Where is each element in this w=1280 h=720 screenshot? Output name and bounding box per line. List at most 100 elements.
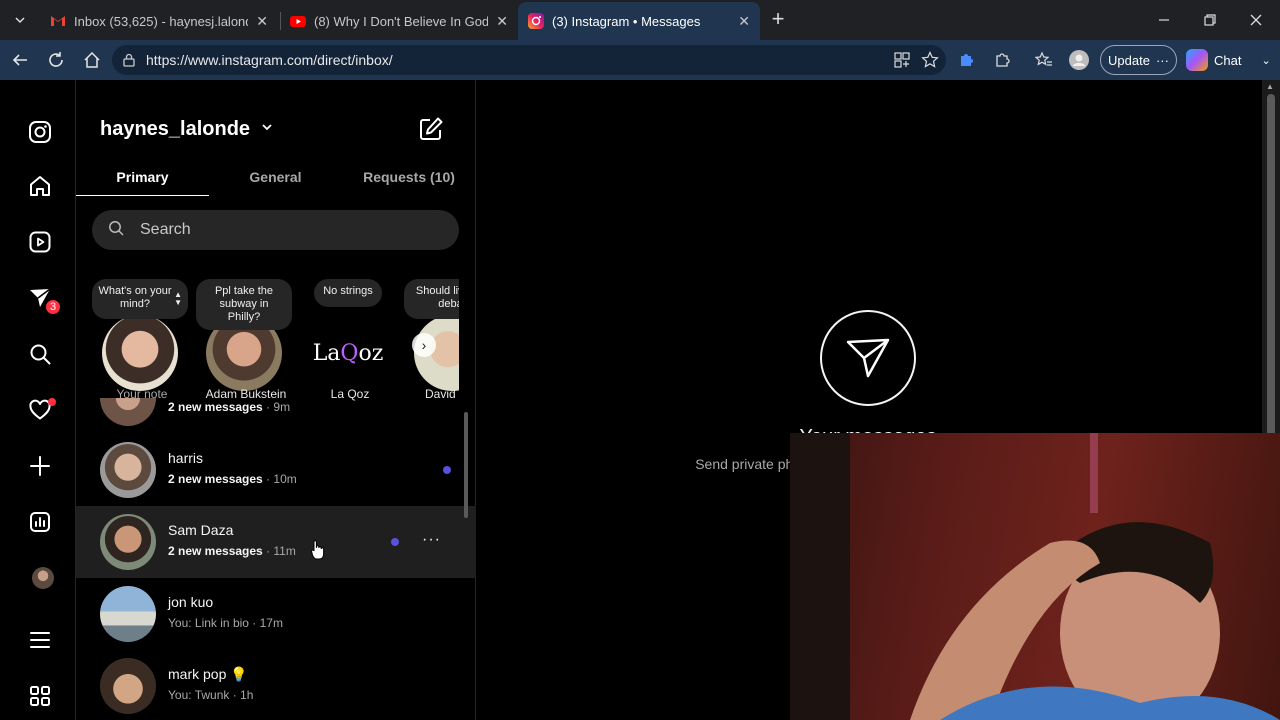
thread-avatar [100,442,156,498]
thread-name: Sam Daza [168,522,234,538]
send-message-icon [820,310,916,406]
thread-subtitle: 2 new messages · 10m [168,472,297,486]
chat-label: Chat [1214,52,1242,68]
home-icon[interactable] [26,172,54,200]
account-switcher[interactable]: haynes_lalonde [100,118,274,141]
inbox-panel: haynes_lalonde Primary General Requests … [76,80,476,720]
browser-toolbar: https://www.instagram.com/direct/inbox/ … [0,40,1280,80]
extension-puzzle-blue-icon[interactable] [956,50,976,70]
note-avatar[interactable] [102,315,178,391]
note-bubble[interactable]: Should livestre debat [404,279,459,319]
refresh-button[interactable] [44,48,68,72]
thread-list: 2 new messages · 9m harris 2 new message… [76,398,476,720]
thread-row[interactable]: jon kuo You: Link in bio · 17m [76,578,476,650]
webcam-overlay [790,433,1280,720]
restore-button[interactable] [1187,6,1233,34]
close-tab-icon[interactable]: ✕ [496,13,508,30]
tab-title: (8) Why I Don't Believe In God. - Yo [314,13,489,29]
tab-title: (3) Instagram • Messages [552,13,701,29]
url-text[interactable]: https://www.instagram.com/direct/inbox/ [146,52,393,68]
address-bar[interactable]: https://www.instagram.com/direct/inbox/ [112,45,946,75]
tab-general[interactable]: General [209,158,342,196]
thread-avatar [100,398,156,426]
app-available-icon[interactable] [892,50,912,70]
unread-dot [443,466,451,474]
browser-tab-bar: Inbox (53,625) - haynesj.lalonde@ ✕ (8) … [0,0,1280,40]
notification-dot [48,398,56,406]
new-tab-button[interactable]: + [766,8,790,32]
scroll-arrows-icon: ▲ ▼ [174,290,182,307]
tab-requests[interactable]: Requests (10) [342,158,476,196]
favorites-icon[interactable] [1034,50,1054,70]
thread-subtitle: 2 new messages · 9m [168,400,291,414]
extensions-icon[interactable] [992,50,1012,70]
more-apps-icon[interactable] [26,682,54,710]
update-button[interactable]: Update ··· [1100,45,1177,75]
tab-primary[interactable]: Primary [76,158,209,196]
search-icon [108,220,140,241]
favorite-star-icon[interactable] [920,50,940,70]
browser-tab-instagram[interactable]: (3) Instagram • Messages ✕ [518,2,760,40]
note-item[interactable]: Ppl take the subway in Philly? Adam Buks… [196,275,296,405]
thread-avatar [100,514,156,570]
close-tab-icon[interactable]: ✕ [256,13,268,30]
thread-list-scrollbar[interactable] [464,412,468,518]
instagram-left-nav: 3 [4,80,76,720]
youtube-icon [290,13,306,29]
profile-icon[interactable] [1069,50,1089,70]
search-icon[interactable] [26,340,54,368]
unread-dot [391,538,399,546]
copilot-chat-button[interactable]: Chat ⌄ [1186,45,1271,75]
note-text: What's on your mind? [98,285,172,310]
dashboard-icon[interactable] [26,508,54,536]
tab-title: Inbox (53,625) - haynesj.lalonde@ [74,13,248,29]
thread-row[interactable]: Sam Daza 2 new messages · 11m ··· [76,506,476,578]
notes-next-chevron-icon[interactable]: › [412,333,436,357]
thread-name: mark pop 💡 [168,666,248,682]
instagram-logo-icon[interactable] [26,118,54,146]
username[interactable]: haynes_lalonde [100,118,250,141]
minimize-button[interactable] [1141,6,1187,34]
browser-tab-gmail[interactable]: Inbox (53,625) - haynesj.lalonde@ ✕ [40,6,278,36]
update-label: Update [1108,52,1150,68]
note-bubble[interactable]: No strings [314,279,382,307]
tab-actions-menu-icon[interactable] [6,8,34,32]
note-text: Should livestre debat [415,285,459,310]
scroll-up-icon[interactable]: ▲ [1266,82,1274,91]
thread-row[interactable]: harris 2 new messages · 10m [76,434,476,506]
new-message-icon[interactable] [418,116,446,144]
more-dots-icon: ··· [1155,52,1169,68]
gmail-icon [50,13,66,29]
thread-subtitle: 2 new messages · 11m [168,544,296,558]
back-button[interactable] [8,48,32,72]
note-bubble[interactable]: Ppl take the subway in Philly? [196,279,292,330]
thread-avatar [100,586,156,642]
inbox-tabs: Primary General Requests (10) [76,158,476,196]
messages-badge: 3 [44,298,62,316]
note-item[interactable]: What's on your mind? ▲ ▼ Your note [92,275,192,405]
mouse-cursor-icon [310,540,325,560]
chevron-down-icon: ⌄ [1261,54,1271,67]
browser-tab-youtube[interactable]: (8) Why I Don't Believe In God. - Yo ✕ [280,6,518,36]
close-window-button[interactable] [1233,6,1279,34]
copilot-icon [1186,49,1208,71]
menu-icon[interactable] [26,626,54,654]
thread-row[interactable]: mark pop 💡 You: Twunk · 1h [76,650,476,720]
create-plus-icon[interactable] [26,452,54,480]
close-tab-icon[interactable]: ✕ [738,13,750,30]
thread-row[interactable]: 2 new messages · 9m [76,398,476,434]
chevron-down-icon[interactable] [260,120,274,139]
note-item[interactable]: LaQoz No strings La Qoz [300,275,400,405]
note-text: No strings [323,285,373,297]
more-options-icon[interactable]: ··· [422,531,441,549]
lock-icon[interactable] [122,53,136,67]
search-box[interactable] [92,210,459,250]
home-button[interactable] [80,48,104,72]
la-qoz-logo[interactable]: LaQoz [310,315,386,391]
reels-icon[interactable] [26,228,54,256]
profile-avatar[interactable] [32,567,54,589]
search-input[interactable] [140,221,420,239]
thread-avatar [100,658,156,714]
thread-name: harris [168,450,204,466]
note-bubble[interactable]: What's on your mind? ▲ ▼ [92,279,188,319]
